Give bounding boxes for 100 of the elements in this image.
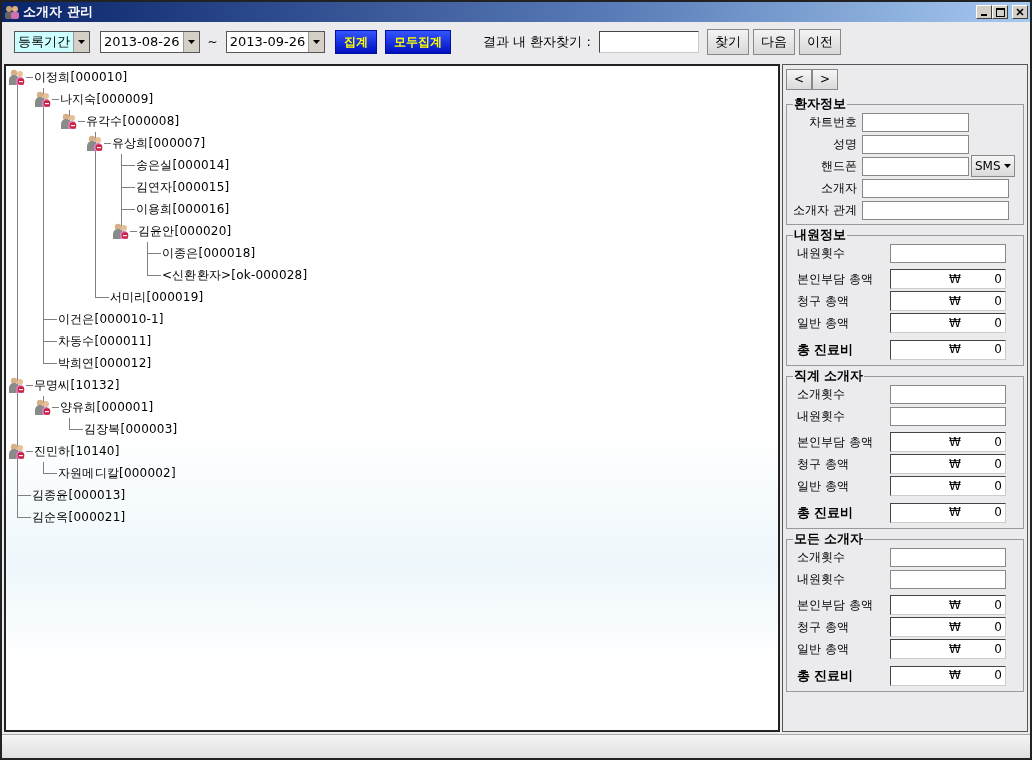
- caret-icon: [313, 40, 321, 44]
- amount-field[interactable]: ₩ 0: [890, 595, 1006, 615]
- currency-sign: ₩: [949, 597, 961, 613]
- people-icon: [8, 376, 26, 394]
- search-nav-button[interactable]: 다음: [752, 29, 795, 55]
- field-label: 소개횟수: [796, 386, 846, 402]
- range-separator: ~: [207, 34, 218, 50]
- summary-button[interactable]: 집계: [335, 30, 378, 54]
- amount-value: 0: [994, 342, 1002, 357]
- search-label: 결과 내 환자찾기 :: [483, 34, 591, 50]
- currency-sign: ₩: [949, 505, 961, 520]
- search-nav-button[interactable]: 이전: [798, 29, 841, 55]
- amount-value: 0: [994, 505, 1002, 520]
- currency-sign: ₩: [949, 271, 961, 287]
- amount-value: 0: [994, 434, 1002, 450]
- input-field[interactable]: [862, 156, 969, 176]
- tree-item[interactable]: <신환환자>[ok-000028]: [162, 267, 308, 283]
- amount-field[interactable]: ₩ 0: [890, 432, 1006, 452]
- people-icon: [60, 112, 78, 130]
- close-button[interactable]: [1012, 5, 1028, 19]
- field-label: 소개자 관계: [792, 202, 857, 218]
- input-field[interactable]: [890, 569, 1006, 589]
- tree-item[interactable]: 송은실[000014]: [136, 157, 230, 173]
- amount-value: 0: [994, 456, 1002, 472]
- nav-button[interactable]: >: [812, 69, 838, 90]
- tree-item[interactable]: 김윤안[000020]: [138, 223, 232, 239]
- field-label: 총 진료비: [796, 668, 855, 683]
- field-label: 본인부담 총액: [796, 271, 874, 287]
- search-nav-button[interactable]: 찾기: [706, 29, 749, 55]
- nav-button[interactable]: <: [786, 69, 812, 90]
- tree-item[interactable]: 유각수[000008]: [86, 113, 180, 129]
- currency-sign: ₩: [949, 478, 961, 494]
- field-label: 성명: [832, 136, 857, 152]
- tree-item[interactable]: 진민하[10140]: [34, 443, 120, 459]
- caret-icon: [1003, 164, 1011, 168]
- amount-field[interactable]: ₩ 0: [890, 313, 1006, 333]
- field-label: 일반 총액: [796, 478, 850, 494]
- field-label: 소개횟수: [796, 549, 846, 565]
- input-field[interactable]: [890, 243, 1006, 263]
- date-to-picker[interactable]: 2013-09-26: [225, 31, 326, 53]
- tree-item[interactable]: 김연자[000015]: [136, 179, 230, 195]
- field-label: 청구 총액: [796, 619, 850, 635]
- currency-sign: ₩: [949, 668, 961, 683]
- tree-item[interactable]: 이정희[000010]: [34, 69, 128, 85]
- amount-value: 0: [994, 271, 1002, 287]
- group-title: 모든 소개자: [793, 531, 865, 546]
- amount-field[interactable]: ₩ 0: [890, 291, 1006, 311]
- input-field[interactable]: [890, 384, 1006, 404]
- minimize-button[interactable]: [976, 5, 992, 19]
- amount-field[interactable]: ₩ 0: [890, 454, 1006, 474]
- amount-value: 0: [994, 293, 1002, 309]
- amount-value: 0: [994, 641, 1002, 657]
- tree-item[interactable]: 이건은[000010-1]: [58, 311, 164, 327]
- caret-icon: [187, 40, 195, 44]
- tree-item[interactable]: 이용희[000016]: [136, 201, 230, 217]
- tree-item[interactable]: 박희연[000012]: [58, 355, 152, 371]
- field-label: 일반 총액: [796, 315, 850, 331]
- field-label: 내원횟수: [796, 571, 846, 587]
- field-label: 청구 총액: [796, 293, 850, 309]
- amount-value: 0: [994, 315, 1002, 331]
- tree-item[interactable]: 차동수[000011]: [58, 333, 152, 349]
- field-label: 소개자: [820, 180, 857, 196]
- tree-item[interactable]: 양유희[000001]: [60, 399, 154, 415]
- input-field[interactable]: [890, 406, 1006, 426]
- input-field[interactable]: [862, 178, 1009, 198]
- maximize-icon: [995, 7, 1005, 17]
- search-field[interactable]: [598, 31, 699, 53]
- tree-item[interactable]: 김장복[000003]: [84, 421, 178, 437]
- period-dropdown[interactable]: 등록기간: [14, 31, 90, 53]
- amount-field[interactable]: ₩ 0: [890, 339, 1006, 360]
- field-label: 핸드폰: [820, 158, 857, 174]
- sms-button[interactable]: SMS: [971, 155, 1015, 177]
- summary-button[interactable]: 모두집계: [385, 30, 452, 54]
- caret-icon: [78, 40, 85, 44]
- amount-field[interactable]: ₩ 0: [890, 617, 1006, 637]
- tree-item[interactable]: 자원메디칼[000002]: [58, 465, 176, 481]
- amount-field[interactable]: ₩ 0: [890, 269, 1006, 289]
- input-field[interactable]: [862, 134, 969, 154]
- people-icon: [8, 442, 26, 460]
- input-field[interactable]: [862, 200, 1009, 220]
- people-icon: [112, 222, 130, 240]
- tree-item[interactable]: 서미리[000019]: [110, 289, 204, 305]
- tree-item[interactable]: 김순옥[000021]: [32, 509, 126, 525]
- currency-sign: ₩: [949, 434, 961, 450]
- field-label: 차트번호: [808, 114, 857, 130]
- tree-item[interactable]: 나지숙[000009]: [60, 91, 154, 107]
- date-from-picker[interactable]: 2013-08-26: [100, 31, 200, 53]
- amount-field[interactable]: ₩ 0: [890, 476, 1006, 496]
- input-field[interactable]: [862, 112, 969, 132]
- amount-field[interactable]: ₩ 0: [890, 502, 1006, 523]
- tree-item[interactable]: 무명씨[10132]: [34, 377, 120, 393]
- maximize-button[interactable]: [992, 5, 1008, 19]
- amount-value: 0: [994, 668, 1002, 683]
- tree-item[interactable]: 김종윤[000013]: [32, 487, 126, 503]
- tree-item[interactable]: 이종은[000018]: [162, 245, 256, 261]
- amount-field[interactable]: ₩ 0: [890, 639, 1006, 659]
- input-field[interactable]: [890, 547, 1006, 567]
- currency-sign: ₩: [949, 641, 961, 657]
- tree-item[interactable]: 유상희[000007]: [112, 135, 206, 151]
- amount-field[interactable]: ₩ 0: [890, 665, 1006, 686]
